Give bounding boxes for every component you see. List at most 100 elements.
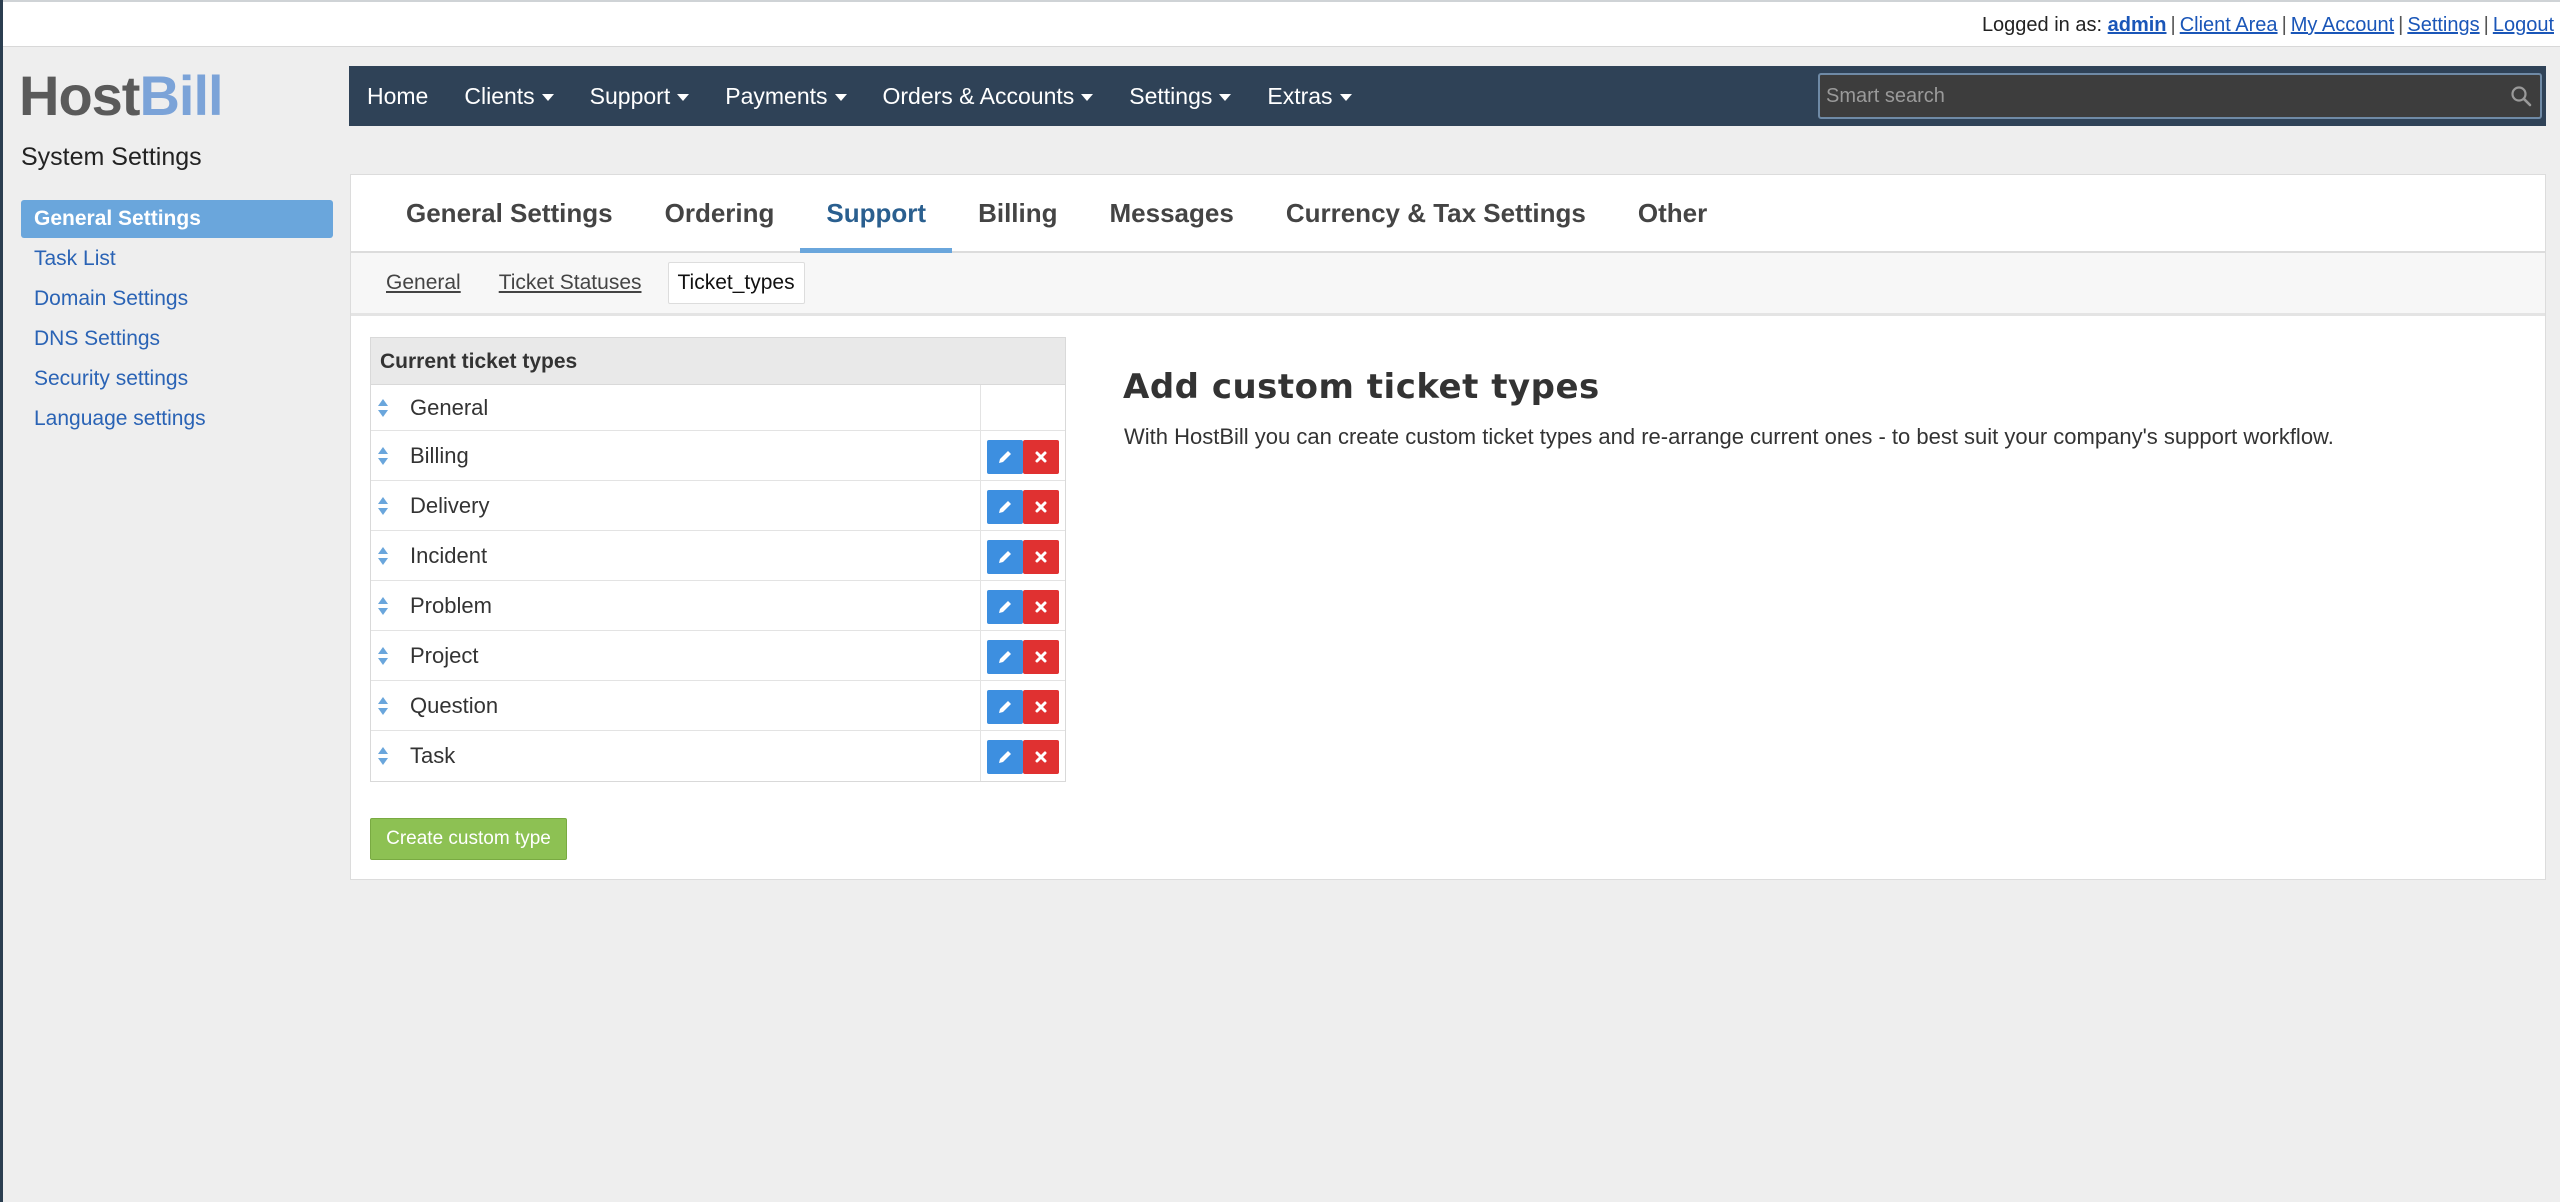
table-row: Incident <box>371 531 1065 581</box>
admin-user-link[interactable]: admin <box>2108 14 2167 36</box>
sidebar-item-general-settings[interactable]: General Settings <box>21 200 333 238</box>
nav-extras[interactable]: Extras <box>1249 66 1369 126</box>
close-icon <box>1035 551 1047 563</box>
close-icon <box>1035 501 1047 513</box>
nav-settings[interactable]: Settings <box>1111 66 1249 126</box>
nav-clients[interactable]: Clients <box>446 66 571 126</box>
caret-down-icon <box>834 94 847 102</box>
ticket-type-name: Question <box>410 692 499 718</box>
sidebar-item-dns-settings[interactable]: DNS Settings <box>21 320 333 358</box>
ticket-type-name: Billing <box>410 442 469 468</box>
tab-other[interactable]: Other <box>1612 175 1733 251</box>
logged-in-label: Logged in as: <box>1981 14 2103 36</box>
subtab-general[interactable]: General <box>386 271 461 295</box>
sidebar-item-language-settings[interactable]: Language settings <box>21 400 333 438</box>
close-icon <box>1035 701 1047 713</box>
delete-button[interactable] <box>1023 540 1059 574</box>
sidebar-item-domain-settings[interactable]: Domain Settings <box>21 280 333 318</box>
edit-button[interactable] <box>987 440 1023 474</box>
delete-button[interactable] <box>1023 690 1059 724</box>
delete-button[interactable] <box>1023 590 1059 624</box>
caret-down-icon <box>1081 94 1094 102</box>
smart-search-input[interactable] <box>1820 75 2540 117</box>
close-icon <box>1035 651 1047 663</box>
ticket-type-name: Delivery <box>410 492 490 518</box>
table-row: Delivery <box>371 481 1065 531</box>
search-icon[interactable] <box>2510 85 2532 107</box>
nav-orders-accounts[interactable]: Orders & Accounts <box>865 66 1112 126</box>
hostbill-logo[interactable]: HostBill <box>19 66 224 126</box>
drag-handle-icon[interactable] <box>376 446 390 466</box>
table-row: General <box>371 385 1065 431</box>
edit-button[interactable] <box>987 690 1023 724</box>
drag-handle-icon[interactable] <box>376 546 390 566</box>
ticket-type-name: Project <box>410 642 479 668</box>
drag-handle-icon[interactable] <box>376 746 390 766</box>
tab-support[interactable]: Support <box>800 175 952 253</box>
drag-handle-icon[interactable] <box>376 696 390 716</box>
pencil-icon <box>999 651 1011 663</box>
edit-button[interactable] <box>987 640 1023 674</box>
info-title: Add custom ticket types <box>1123 367 1600 407</box>
drag-handle-icon[interactable] <box>376 596 390 616</box>
my-account-link[interactable]: My Account <box>2291 14 2394 36</box>
client-area-link[interactable]: Client Area <box>2180 14 2278 36</box>
actions-cell <box>980 731 1065 781</box>
settings-panel: General Settings Ordering Support Billin… <box>350 174 2546 880</box>
table-row: Question <box>371 681 1065 731</box>
delete-button[interactable] <box>1023 440 1059 474</box>
sidebar-nav: General Settings Task List Domain Settin… <box>21 200 333 440</box>
pencil-icon <box>999 701 1011 713</box>
settings-link[interactable]: Settings <box>2407 14 2479 36</box>
actions-cell <box>980 581 1065 630</box>
ticket-type-name: Task <box>410 743 456 768</box>
create-custom-type-button[interactable]: Create custom type <box>370 818 567 860</box>
nav-payments[interactable]: Payments <box>707 66 864 126</box>
tab-currency-tax[interactable]: Currency & Tax Settings <box>1260 175 1612 251</box>
table-row: Task <box>371 731 1065 781</box>
delete-button[interactable] <box>1023 740 1059 774</box>
drag-handle-icon[interactable] <box>376 646 390 666</box>
actions-cell <box>980 531 1065 580</box>
smart-search <box>1818 73 2542 119</box>
login-info: Logged in as: admin | Client Area | My Accou… <box>1981 14 2554 36</box>
ticket-type-name: Problem <box>410 592 492 618</box>
tab-messages[interactable]: Messages <box>1084 175 1260 251</box>
caret-down-icon <box>541 94 554 102</box>
settings-tabs: General Settings Ordering Support Billin… <box>351 175 2545 253</box>
delete-button[interactable] <box>1023 490 1059 524</box>
nav-home[interactable]: Home <box>349 66 446 126</box>
support-subtabs: General Ticket Statuses Ticket_types <box>351 253 2545 316</box>
drag-handle-icon[interactable] <box>376 398 390 418</box>
tab-billing[interactable]: Billing <box>952 175 1083 251</box>
caret-down-icon <box>1339 94 1352 102</box>
tab-ordering[interactable]: Ordering <box>639 175 801 251</box>
caret-down-icon <box>1219 94 1232 102</box>
table-row: Billing <box>371 431 1065 481</box>
delete-button[interactable] <box>1023 640 1059 674</box>
logout-link[interactable]: Logout <box>2493 14 2554 36</box>
edit-button[interactable] <box>987 740 1023 774</box>
sidebar-item-security-settings[interactable]: Security settings <box>21 360 333 398</box>
actions-cell <box>980 481 1065 530</box>
table-row: Problem <box>371 581 1065 631</box>
ticket-types-header: Current ticket types <box>371 338 1065 385</box>
subtab-ticket-statuses[interactable]: Ticket Statuses <box>499 271 642 295</box>
nav-support[interactable]: Support <box>572 66 708 126</box>
page-title: System Settings <box>21 143 202 171</box>
edit-button[interactable] <box>987 540 1023 574</box>
main-navbar: Home Clients Support Payments Orders & A… <box>349 66 2546 126</box>
edit-button[interactable] <box>987 590 1023 624</box>
subtab-ticket-types[interactable]: Ticket_types <box>667 262 805 304</box>
tab-general-settings[interactable]: General Settings <box>380 175 639 251</box>
caret-down-icon <box>677 94 690 102</box>
pencil-icon <box>999 551 1011 563</box>
actions-cell <box>980 431 1065 480</box>
drag-handle-icon[interactable] <box>376 496 390 516</box>
edit-button[interactable] <box>987 490 1023 524</box>
close-icon <box>1035 601 1047 613</box>
ticket-type-name: Incident <box>410 542 488 568</box>
close-icon <box>1035 751 1047 763</box>
sidebar-item-task-list[interactable]: Task List <box>21 240 333 278</box>
pencil-icon <box>999 451 1011 463</box>
